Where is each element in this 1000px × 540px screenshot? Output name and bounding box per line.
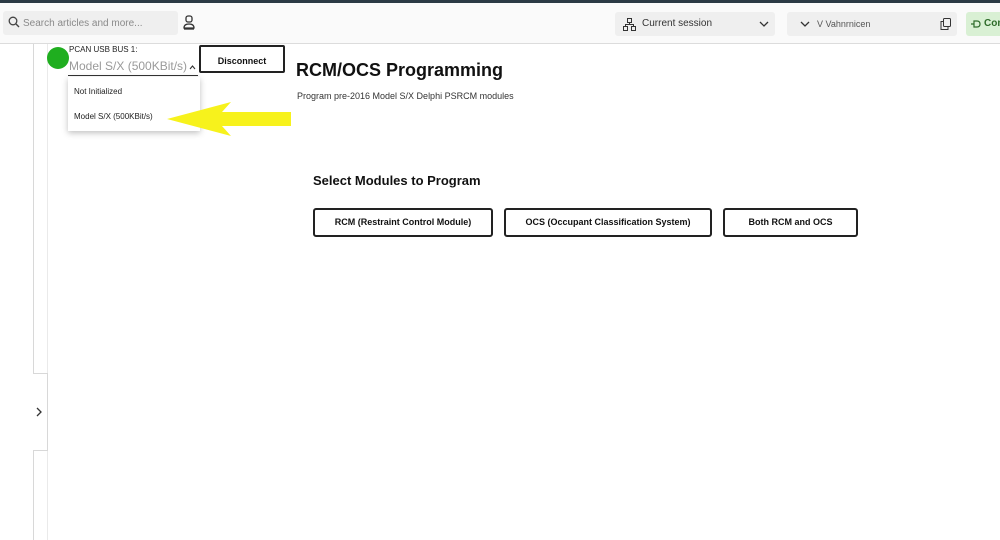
- sidebar-edge: [47, 44, 48, 540]
- disconnect-button[interactable]: Disconnect: [199, 45, 285, 73]
- search-box[interactable]: [3, 11, 178, 35]
- session-dropdown[interactable]: Current session: [615, 12, 775, 36]
- connect-button[interactable]: Con: [966, 12, 1000, 36]
- session-label: Current session: [642, 18, 713, 29]
- section-title: Select Modules to Program: [313, 173, 481, 188]
- sidebar-divider: [33, 44, 34, 540]
- chevron-down-icon: [759, 21, 769, 27]
- pcan-bus-label: PCAN USB BUS 1:: [69, 45, 138, 54]
- search-icon: [8, 16, 20, 28]
- person-icon[interactable]: [183, 15, 195, 30]
- connection-status-indicator: [47, 47, 69, 69]
- copy-icon[interactable]: [940, 18, 951, 30]
- page-subtitle: Program pre-2016 Model S/X Delphi PSRCM …: [297, 91, 514, 101]
- pcan-bus-select[interactable]: Model S/X (500KBit/s): [68, 58, 198, 76]
- hierarchy-icon: [623, 18, 636, 31]
- sidebar-expand-button[interactable]: [33, 373, 48, 451]
- connect-label: Con: [984, 18, 1000, 29]
- vehicle-dropdown[interactable]: V Vahnrnicen: [787, 12, 957, 36]
- dropdown-option-model-sx[interactable]: Model S/X (500KBit/s): [74, 112, 153, 121]
- chevron-up-icon: [189, 65, 196, 70]
- chevron-right-icon: [36, 407, 42, 417]
- rcm-button[interactable]: RCM (Restraint Control Module): [313, 208, 493, 237]
- plug-icon: [971, 20, 981, 28]
- ocs-button[interactable]: OCS (Occupant Classification System): [504, 208, 712, 237]
- page-title: RCM/OCS Programming: [296, 60, 504, 80]
- yellow-arrow-annotation: [167, 102, 291, 136]
- pcan-bus-selected-value: Model S/X (500KBit/s): [69, 59, 188, 73]
- top-bar: Current session V Vahnrnicen Con: [0, 3, 1000, 44]
- dropdown-option-not-initialized[interactable]: Not Initialized: [74, 87, 122, 96]
- chevron-down-icon: [800, 21, 810, 27]
- both-rcm-ocs-button[interactable]: Both RCM and OCS: [723, 208, 858, 237]
- vehicle-label: V Vahnrnicen: [817, 19, 871, 29]
- search-input[interactable]: [23, 14, 173, 32]
